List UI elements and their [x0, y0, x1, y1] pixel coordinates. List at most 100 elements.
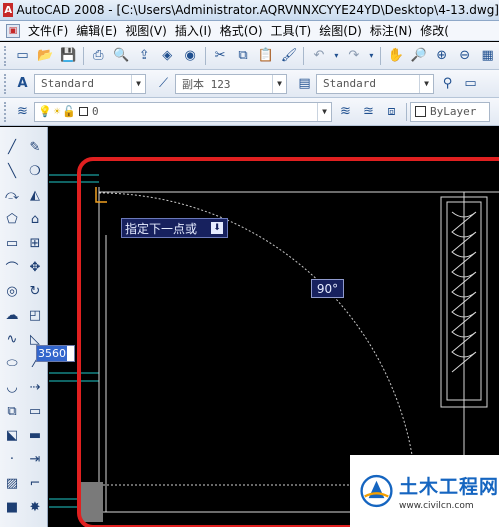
standard-toolbar: ▭ 📂 💾 ⎙ 🔍 ⇪ ◈ ◉ ✂ ⧉ 📋 🖌 ↶ ▾ ↷ ▾ ✋ 🔎 ⊕ ⊖ … — [0, 42, 499, 70]
publish-icon[interactable]: ⇪ — [135, 46, 154, 65]
snap-marker — [95, 187, 107, 203]
save-icon[interactable]: 💾 — [59, 46, 78, 65]
paste-icon[interactable]: 📋 — [257, 46, 276, 65]
polar-angle-label: 90° — [311, 279, 344, 298]
menu-draw[interactable]: 绘图(D) — [315, 22, 366, 39]
text-style-icon[interactable]: A — [13, 74, 32, 93]
layer-previous-icon[interactable]: ≊ — [359, 102, 378, 121]
multileader-icon[interactable]: ▭ — [461, 74, 480, 93]
layer-states-icon[interactable]: ⧈ — [382, 102, 401, 121]
dim-style-value: 副本 123 — [182, 77, 231, 91]
rotate-icon[interactable]: ↻ — [25, 281, 45, 301]
copy-object-icon[interactable]: ❍ — [25, 161, 45, 181]
chevron-down-icon[interactable]: ▼ — [419, 74, 433, 93]
document-icon[interactable]: ▣ — [6, 23, 20, 38]
dim-style-select[interactable]: 副本 123 ▼ — [175, 73, 287, 94]
zoom-window-icon[interactable]: ⊕ — [432, 46, 451, 65]
print-icon[interactable]: ⎙ — [89, 46, 108, 65]
spline-icon[interactable]: ∿ — [2, 329, 22, 349]
line-icon[interactable]: ╱ — [2, 137, 22, 157]
toolbar-divider — [204, 46, 206, 65]
match-properties-icon[interactable]: 🖌 — [279, 46, 298, 65]
toolbar-divider — [82, 46, 84, 65]
undo-dropdown-icon[interactable]: ▾ — [332, 46, 340, 65]
redo-icon[interactable]: ↷ — [344, 46, 363, 65]
down-arrow-icon[interactable]: ⬇ — [211, 222, 223, 234]
zoom-previous-icon[interactable]: ⊖ — [455, 46, 474, 65]
toolbar-grip[interactable] — [4, 73, 7, 94]
hatch-icon[interactable]: ▨ — [2, 473, 22, 493]
ellipse-icon[interactable]: ⬭ — [2, 353, 22, 373]
chevron-down-icon[interactable]: ▼ — [131, 74, 145, 93]
text-style-select[interactable]: Standard ▼ — [34, 73, 146, 94]
chamfer-icon[interactable]: ⌐ — [25, 473, 45, 493]
arc-icon[interactable]: ⌒ — [2, 257, 22, 277]
toolbar-grip[interactable] — [4, 101, 7, 122]
properties-icon[interactable]: ▦ — [478, 46, 497, 65]
polygon-icon[interactable]: ⬠ — [2, 209, 22, 229]
mirror-icon[interactable]: ◭ — [25, 185, 45, 205]
menu-tools[interactable]: 工具(T) — [267, 22, 316, 39]
table-style-icon[interactable]: ▤ — [295, 74, 314, 93]
styles-toolbar: A Standard ▼ ⟋ 副本 123 ▼ ▤ Standard ▼ ⚲ ▭ — [0, 70, 499, 98]
break-at-point-icon[interactable]: ▭ — [25, 401, 45, 421]
watermark-logo-icon — [360, 474, 393, 508]
menu-dimension[interactable]: 标注(N) — [366, 22, 416, 39]
menu-edit[interactable]: 编辑(E) — [72, 22, 121, 39]
toolbar-divider — [303, 46, 305, 65]
dynamic-length-input[interactable]: 3560 — [36, 345, 75, 362]
explode-icon[interactable]: ✸ — [25, 497, 45, 517]
revision-cloud-icon[interactable]: ☁ — [2, 305, 22, 325]
print-preview-icon[interactable]: 🔍 — [112, 46, 131, 65]
multileader-style-icon[interactable]: ⚲ — [438, 74, 457, 93]
layer-manager-icon[interactable]: ≋ — [13, 102, 32, 121]
polyline-icon[interactable]: ⤼ — [2, 185, 22, 205]
rectangle-icon[interactable]: ▭ — [2, 233, 22, 253]
gradient-icon[interactable]: ■ — [2, 497, 22, 517]
extend-icon[interactable]: ⇢ — [25, 377, 45, 397]
make-current-layer-icon[interactable]: ≋ — [336, 102, 355, 121]
menu-modify[interactable]: 修改( — [416, 22, 453, 39]
watermark-text: 土木工程网 www.civilcn.com — [399, 472, 499, 511]
scale-icon[interactable]: ◰ — [25, 305, 45, 325]
make-block-icon[interactable]: ⬕ — [2, 425, 22, 445]
layer-select[interactable]: 💡 ☀ 🔓 0 ▼ — [34, 101, 332, 122]
copy-icon[interactable]: ⧉ — [234, 46, 253, 65]
redo-dropdown-icon[interactable]: ▾ — [367, 46, 375, 65]
offset-icon[interactable]: ⌂ — [25, 209, 45, 229]
join-icon[interactable]: ⇥ — [25, 449, 45, 469]
cut-icon[interactable]: ✂ — [211, 46, 230, 65]
circle-icon[interactable]: ◎ — [2, 281, 22, 301]
layers-toolbar: ≋ 💡 ☀ 🔓 0 ▼ ≋ ≊ ⧈ ByLayer — [0, 98, 499, 126]
color-select[interactable]: ByLayer — [410, 101, 490, 122]
command-prompt-tooltip: 指定下一点或 ⬇ — [121, 218, 228, 238]
3d-dwf-icon[interactable]: ◈ — [158, 46, 177, 65]
new-file-icon[interactable]: ▭ — [13, 46, 32, 65]
table-style-value: Standard — [323, 77, 376, 90]
menu-format[interactable]: 格式(O) — [216, 22, 267, 39]
undo-icon[interactable]: ↶ — [309, 46, 328, 65]
sheet-set-icon[interactable]: ◉ — [181, 46, 200, 65]
insert-block-icon[interactable]: ⧉ — [2, 401, 22, 421]
chevron-down-icon[interactable]: ▼ — [272, 74, 286, 93]
ellipse-arc-icon[interactable]: ◡ — [2, 377, 22, 397]
color-swatch — [415, 106, 426, 117]
pan-icon[interactable]: ✋ — [386, 46, 405, 65]
watermark-title: 土木工程网 — [398, 475, 499, 498]
table-style-select[interactable]: Standard ▼ — [316, 73, 434, 94]
array-icon[interactable]: ⊞ — [25, 233, 45, 253]
menu-view[interactable]: 视图(V) — [121, 22, 171, 39]
move-icon[interactable]: ✥ — [25, 257, 45, 277]
toolbar-grip[interactable] — [4, 45, 7, 66]
dim-style-icon[interactable]: ⟋ — [154, 74, 173, 93]
menu-file[interactable]: 文件(F) — [24, 22, 72, 39]
break-icon[interactable]: ▬ — [25, 425, 45, 445]
zoom-realtime-icon[interactable]: 🔎 — [409, 46, 428, 65]
construction-line-icon[interactable]: ╲ — [2, 161, 22, 181]
open-file-icon[interactable]: 📂 — [36, 46, 55, 65]
menu-insert[interactable]: 插入(I) — [171, 22, 216, 39]
chevron-down-icon[interactable]: ▼ — [317, 102, 331, 121]
point-icon[interactable]: · — [2, 449, 22, 469]
autocad-app-icon[interactable]: A — [3, 3, 14, 17]
erase-icon[interactable]: ✎ — [25, 137, 45, 157]
